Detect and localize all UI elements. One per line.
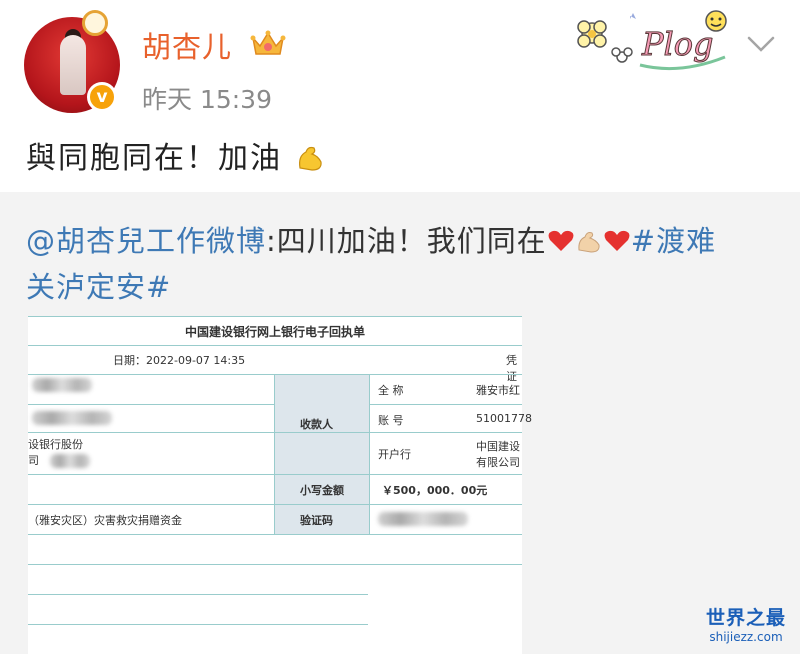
watermark-url: shijiezz.com <box>709 630 783 644</box>
crown-icon[interactable] <box>250 28 286 58</box>
receipt-row-divider <box>28 534 522 535</box>
bank-label: 开户行 <box>378 448 411 461</box>
full-name-label: 全 称 <box>378 384 404 397</box>
account-label: 账 号 <box>378 414 404 427</box>
verified-badge: v <box>87 82 117 112</box>
hashtag-link[interactable]: #渡难 <box>631 224 716 258</box>
receipt-row-divider <box>28 624 368 625</box>
bank-receipt-image[interactable]: 中国建设银行网上银行电子回执单 日期：2022-09-07 14:35 凭证 设… <box>28 316 532 654</box>
receipt-row-divider <box>28 432 522 433</box>
receipt-row-divider <box>28 504 522 505</box>
avatar-figure <box>60 35 86 95</box>
username[interactable]: 胡杏儿 <box>142 24 232 66</box>
heart-icon <box>604 230 630 251</box>
redacted-text <box>378 512 468 526</box>
receipt-row-divider <box>28 564 522 565</box>
receipt-col-divider <box>369 374 370 534</box>
chevron-down-icon[interactable] <box>745 32 777 56</box>
payer-bank-name-2: 司 <box>28 454 39 467</box>
receipt-col-divider <box>274 374 275 534</box>
amount-value: ￥500，000．00元 <box>382 484 488 497</box>
receipt-row-divider <box>28 374 522 375</box>
mention-link[interactable]: @胡杏兒工作微博 <box>26 224 266 258</box>
repost-text-content: :四川加油！我们同在 <box>266 224 547 258</box>
receipt-row-divider <box>28 474 522 475</box>
receipt-date: 日期：2022-09-07 14:35 <box>113 354 246 367</box>
repost-text: @胡杏兒工作微博:四川加油！我们同在 #渡难 关泸定安# <box>26 218 786 310</box>
hashtag-link-continued[interactable]: 关泸定安# <box>26 270 171 304</box>
plog-badge-icon: Plog <box>577 10 727 71</box>
plog-badge-text: Plog <box>641 25 714 63</box>
redacted-text <box>32 378 92 392</box>
verify-code-label: 验证码 <box>300 514 333 527</box>
post-text: 與同胞同在！加油 <box>26 133 326 177</box>
redacted-text <box>32 411 112 425</box>
receipt-voucher-label: 凭证 <box>506 354 517 383</box>
post-timestamp: 昨天 15:39 <box>142 85 272 114</box>
payer-bank-name: 设银行股份 <box>28 438 83 451</box>
account-value: 51001778 <box>476 412 532 425</box>
receipt-row-divider <box>28 404 274 405</box>
full-name-value: 雅安市红 <box>476 384 520 397</box>
avatar-frame-decoration <box>82 10 108 36</box>
payee-label: 收款人 <box>300 418 333 431</box>
bank-value-1: 中国建设 <box>476 440 520 453</box>
post-text-content: 與同胞同在！加油 <box>26 141 282 176</box>
receipt-row-divider <box>28 594 368 595</box>
purpose-value: （雅安灾区）灾害救灾捐赠资金 <box>28 514 182 527</box>
receipt-title: 中国建设银行网上银行电子回执单 <box>28 316 522 346</box>
watermark-title: 世界之最 <box>705 607 786 629</box>
amount-label: 小写金额 <box>300 484 344 497</box>
redacted-text <box>50 454 90 468</box>
site-watermark: 世界之最 shijiezz.com <box>694 603 798 651</box>
receipt-shaded-column <box>274 374 369 534</box>
receipt-row-divider <box>369 404 522 405</box>
heart-icon <box>548 230 574 251</box>
bank-value-2: 有限公司 <box>476 456 520 469</box>
flexed-biceps-icon <box>298 146 322 171</box>
flexed-biceps-icon <box>578 232 600 253</box>
